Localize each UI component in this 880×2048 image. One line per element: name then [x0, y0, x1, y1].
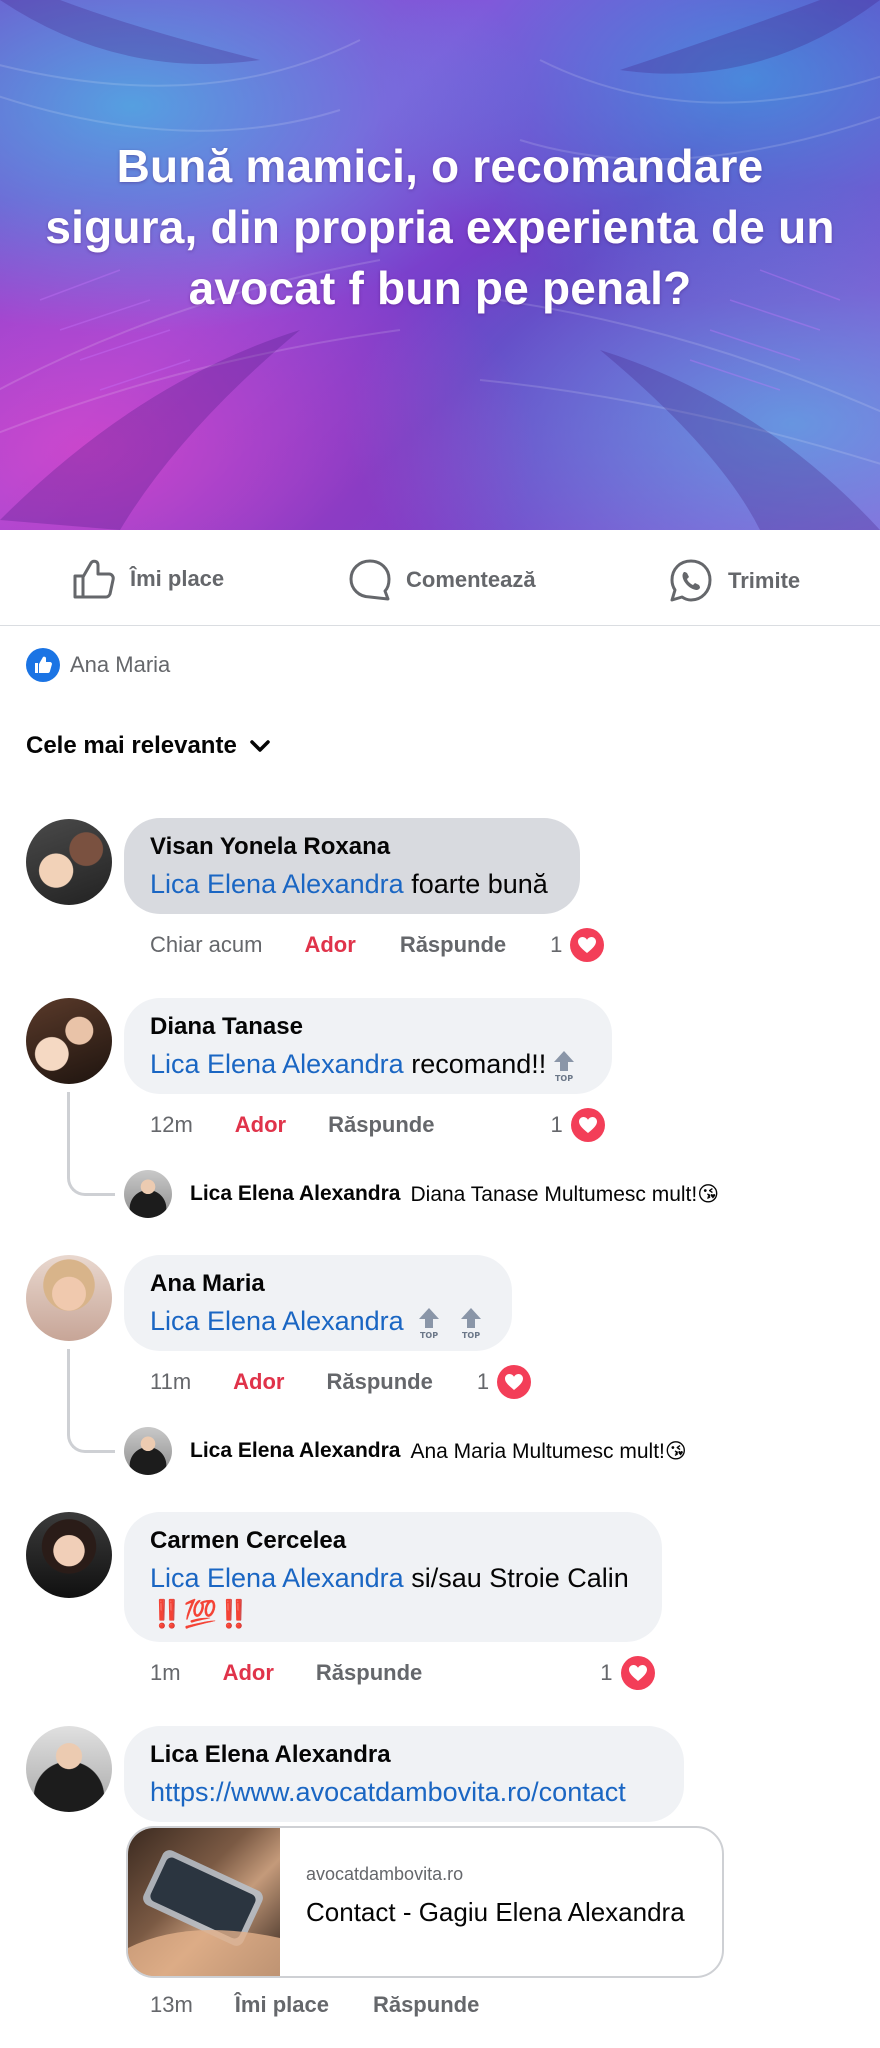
sort-label: Cele mai relevante — [26, 732, 237, 759]
comment-text: Lica Elena Alexandra recomand!! TOP — [150, 1046, 586, 1083]
comment-author[interactable]: Diana Tanase — [150, 1012, 586, 1042]
comment-text: Lica Elena Alexandra TOP TOP — [150, 1303, 486, 1340]
avatar[interactable] — [26, 1512, 112, 1598]
comment-time: 13m — [150, 1992, 193, 2017]
comment-author[interactable]: Lica Elena Alexandra — [150, 1740, 658, 1770]
comment-actions: Chiar acum Ador Răspunde 1 — [150, 928, 605, 962]
mention-link[interactable]: Lica Elena Alexandra — [150, 1049, 404, 1079]
reply-item: Lica Elena Alexandra Diana Tanase Multum… — [124, 1170, 719, 1218]
heart-icon — [570, 1108, 605, 1142]
reply-thread-line — [67, 1349, 115, 1453]
reactor-names: Ana Maria — [70, 652, 171, 677]
comment-body: recomand!! — [411, 1049, 547, 1079]
heart-icon — [570, 928, 605, 962]
reply-button[interactable]: Răspunde — [328, 1112, 434, 1138]
avatar[interactable] — [124, 1170, 172, 1218]
reply-button[interactable]: Răspunde — [373, 1992, 479, 2018]
top-badge-label: TOP — [462, 1331, 480, 1340]
avatar[interactable] — [26, 1726, 112, 1812]
share-label: Trimite — [728, 568, 801, 593]
top-arrow-icon: TOP — [461, 1307, 482, 1340]
comment-actions: 12m Ador Răspunde 1 — [150, 1108, 605, 1142]
like-label: Îmi place — [130, 566, 225, 591]
comment-link[interactable]: https://www.avocatdambovita.ro/contact — [150, 1777, 626, 1807]
comment-bubble: Visan Yonela Roxana Lica Elena Alexandra… — [124, 818, 580, 914]
mention-link[interactable]: Lica Elena Alexandra — [150, 1563, 404, 1593]
comment-actions: 1m Ador Răspunde 1 — [150, 1656, 655, 1690]
post-background: Bună mamici, o recomandare sigura, din p… — [0, 0, 880, 530]
avatar[interactable] — [26, 819, 112, 905]
whatsapp-icon — [670, 559, 712, 602]
reply-button[interactable]: Răspunde — [400, 932, 506, 958]
comment-body: si/sau Stroie Calin — [411, 1563, 629, 1593]
comment-button[interactable]: Comentează — [348, 558, 536, 602]
comment-body: foarte bună — [411, 869, 548, 899]
heart-icon — [620, 1656, 655, 1690]
link-domain: avocatdambovita.ro — [306, 1864, 464, 1884]
avatar[interactable] — [124, 1427, 172, 1475]
comment-label: Comentează — [406, 567, 536, 592]
comment-time: 1m — [150, 1660, 181, 1685]
reply-button[interactable]: Răspunde — [327, 1369, 433, 1395]
comment-icon — [349, 559, 391, 601]
link-preview-card[interactable]: avocatdambovita.ro Contact - Gagiu Elena… — [126, 1826, 724, 1978]
like-reaction-icon — [26, 648, 60, 682]
like-button[interactable]: Îmi place — [72, 558, 224, 600]
comment-bubble: Ana Maria Lica Elena Alexandra TOP TOP — [124, 1255, 512, 1351]
reaction-count-value: 1 — [550, 1112, 563, 1137]
post-action-bar: Îmi place Comentează Trimite — [0, 530, 880, 626]
comment-sort-dropdown[interactable]: Cele mai relevante — [26, 732, 271, 760]
comment-author[interactable]: Ana Maria — [150, 1269, 486, 1299]
mention-link[interactable]: Lica Elena Alexandra — [150, 1306, 404, 1336]
comment-time: 11m — [150, 1369, 192, 1394]
comment-actions: 11m Ador Răspunde 1 — [150, 1365, 532, 1399]
heart-icon — [497, 1365, 532, 1399]
reaction-button[interactable]: Ador — [223, 1660, 274, 1686]
top-arrow-icon: TOP — [554, 1050, 575, 1083]
thumbs-up-icon — [73, 559, 115, 599]
reaction-count[interactable]: 1 — [550, 1108, 605, 1142]
top-badge-label: TOP — [555, 1074, 573, 1083]
reply-thread-line — [67, 1092, 115, 1196]
mention-link[interactable]: Lica Elena Alexandra — [150, 869, 404, 899]
reply-author[interactable]: Lica Elena Alexandra — [190, 1439, 400, 1463]
like-comment-button[interactable]: Îmi place — [235, 1992, 329, 2018]
reply-text: Ana Maria Multumesc mult!😘 — [410, 1439, 687, 1463]
comment-text: Lica Elena Alexandra foarte bună — [150, 866, 554, 902]
avatar[interactable] — [26, 1255, 112, 1341]
comment-actions: 13m Îmi place Răspunde — [150, 1992, 479, 2018]
reaction-count-value: 1 — [550, 932, 563, 957]
avatar[interactable] — [26, 998, 112, 1084]
reaction-count[interactable]: 1 — [550, 928, 605, 962]
share-button[interactable]: Trimite — [668, 558, 800, 604]
comment-author[interactable]: Visan Yonela Roxana — [150, 832, 554, 862]
reaction-button[interactable]: Ador — [235, 1112, 286, 1138]
post-title: Bună mamici, o recomandare sigura, din p… — [45, 140, 835, 314]
reaction-button[interactable]: Ador — [233, 1369, 284, 1395]
emoji-line: ‼️💯‼️ — [150, 1599, 251, 1629]
chevron-down-icon — [250, 740, 270, 752]
comment-author[interactable]: Carmen Cercelea — [150, 1526, 636, 1556]
comment-bubble: Carmen Cercelea Lica Elena Alexandra si/… — [124, 1512, 662, 1642]
reply-author[interactable]: Lica Elena Alexandra — [190, 1182, 400, 1206]
comment-text: Lica Elena Alexandra si/sau Stroie Calin — [150, 1560, 636, 1596]
comment-text: https://www.avocatdambovita.ro/contact — [150, 1774, 658, 1810]
reply-text: Diana Tanase Multumesc mult!😘 — [410, 1182, 720, 1206]
comment-bubble: Diana Tanase Lica Elena Alexandra recoma… — [124, 998, 612, 1094]
comment-time: Chiar acum — [150, 932, 263, 957]
reaction-count-value: 1 — [600, 1660, 613, 1685]
reaction-count-value: 1 — [476, 1369, 490, 1394]
reactions-summary[interactable]: Ana Maria — [26, 648, 170, 682]
reply-button[interactable]: Răspunde — [316, 1660, 422, 1686]
link-title: Contact - Gagiu Elena Alexandra — [306, 1897, 685, 1927]
reaction-button[interactable]: Ador — [304, 932, 355, 958]
top-arrow-icon: TOP — [419, 1307, 440, 1340]
link-preview-image — [128, 1828, 280, 1976]
comment-bubble: Lica Elena Alexandra https://www.avocatd… — [124, 1726, 684, 1822]
reply-item: Lica Elena Alexandra Ana Maria Multumesc… — [124, 1427, 687, 1475]
reaction-count[interactable]: 1 — [476, 1365, 532, 1399]
comment-time: 12m — [150, 1112, 193, 1137]
reaction-count[interactable]: 1 — [600, 1656, 655, 1690]
top-badge-label: TOP — [420, 1331, 438, 1340]
